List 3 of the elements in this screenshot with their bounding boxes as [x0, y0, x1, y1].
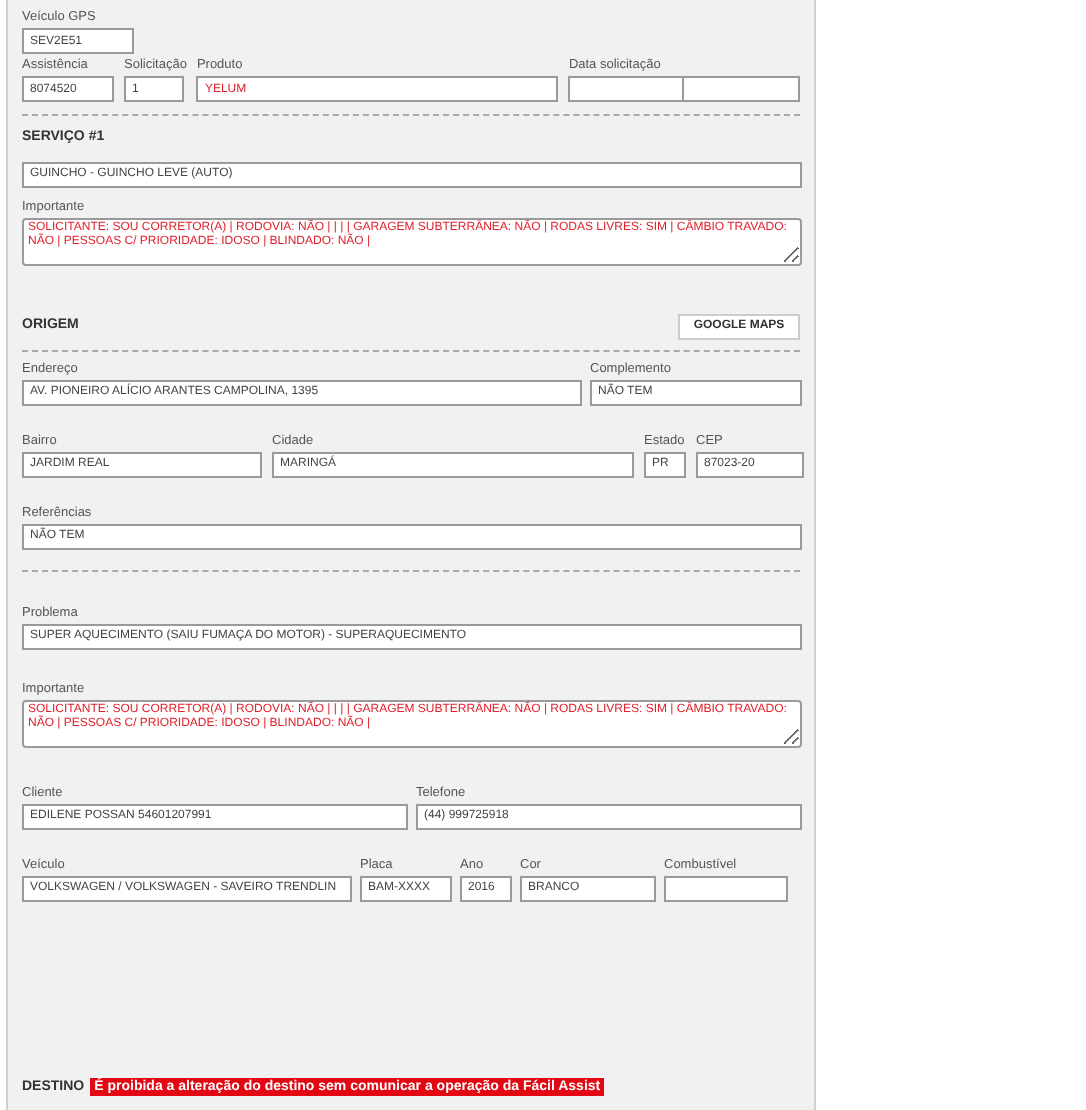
time-field[interactable]: [684, 76, 801, 102]
date-field[interactable]: [568, 76, 685, 102]
text-field[interactable]: [664, 875, 788, 901]
